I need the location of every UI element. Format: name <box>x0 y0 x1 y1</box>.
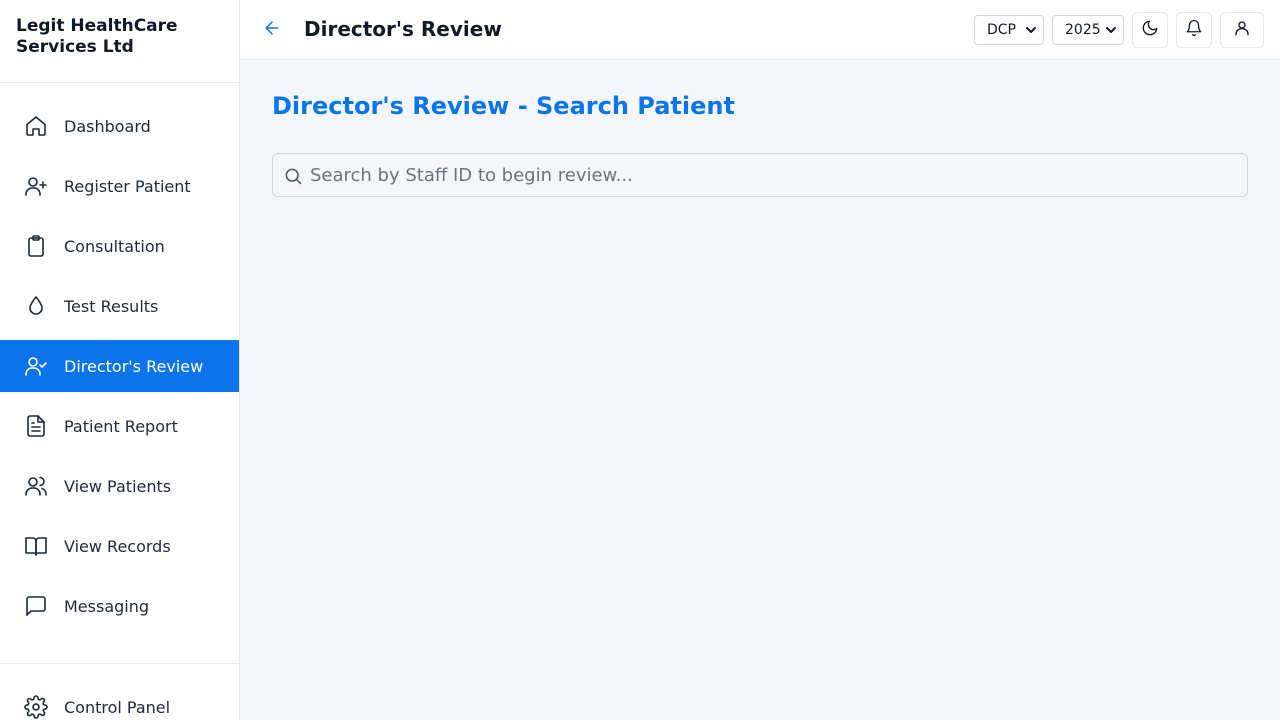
message-square-icon <box>24 594 48 618</box>
sidebar-item-directors-review[interactable]: Director's Review <box>0 340 239 392</box>
department-select-value: DCP <box>987 22 1016 38</box>
sidebar-item-label: Patient Report <box>64 416 178 436</box>
book-open-icon <box>24 534 48 558</box>
user-icon <box>1233 19 1251 41</box>
moon-icon <box>1141 19 1159 41</box>
sidebar: Legit HealthCare Services Ltd Dashboard … <box>0 0 240 720</box>
sidebar-item-consultation[interactable]: Consultation <box>0 220 239 272</box>
sidebar-footer: Control Panel <box>0 663 239 720</box>
sidebar-item-label: Director's Review <box>64 356 204 376</box>
back-button[interactable] <box>262 18 286 42</box>
sidebar-item-view-records[interactable]: View Records <box>0 520 239 572</box>
sidebar-item-label: Dashboard <box>64 116 151 136</box>
bell-icon <box>1185 19 1203 41</box>
sidebar-item-view-patients[interactable]: View Patients <box>0 460 239 512</box>
sidebar-item-label: Messaging <box>64 596 150 616</box>
department-select[interactable]: DCP <box>974 15 1044 45</box>
user-check-icon <box>24 354 48 378</box>
home-icon <box>24 114 48 138</box>
search-box <box>272 153 1248 197</box>
theme-toggle-button[interactable] <box>1132 12 1168 48</box>
sidebar-item-label: Control Panel <box>64 697 171 717</box>
section-heading: Director's Review - Search Patient <box>272 92 735 120</box>
year-select[interactable]: 2025 <box>1052 15 1124 45</box>
sidebar-item-test-results[interactable]: Test Results <box>0 280 239 332</box>
sidebar-item-dashboard[interactable]: Dashboard <box>0 100 239 152</box>
search-icon <box>283 166 303 186</box>
file-text-icon <box>24 414 48 438</box>
clipboard-icon <box>24 234 48 258</box>
sidebar-item-label: View Patients <box>64 476 172 496</box>
sidebar-item-label: View Records <box>64 536 171 556</box>
sidebar-item-label: Register Patient <box>64 176 191 196</box>
gear-icon <box>24 695 48 719</box>
sidebar-item-register-patient[interactable]: Register Patient <box>0 160 239 212</box>
top-header: Director's Review DCP 2025 <box>240 0 1280 60</box>
sidebar-item-patient-report[interactable]: Patient Report <box>0 400 239 452</box>
sidebar-item-messaging[interactable]: Messaging <box>0 580 239 632</box>
chevron-down-icon <box>1025 24 1037 36</box>
search-input[interactable] <box>310 154 1240 196</box>
arrow-left-icon <box>262 21 282 42</box>
year-select-value: 2025 <box>1065 22 1101 38</box>
droplet-icon <box>24 294 48 318</box>
user-menu-button[interactable] <box>1220 12 1264 48</box>
notifications-button[interactable] <box>1176 12 1212 48</box>
users-icon <box>24 474 48 498</box>
page-title: Director's Review <box>304 17 502 41</box>
chevron-down-icon <box>1105 24 1117 36</box>
sidebar-item-label: Consultation <box>64 236 165 256</box>
sidebar-nav: Dashboard Register Patient Consultation … <box>0 83 239 632</box>
sidebar-item-control-panel[interactable]: Control Panel <box>0 681 239 720</box>
sidebar-item-label: Test Results <box>64 296 159 316</box>
user-plus-icon <box>24 174 48 198</box>
app-name: Legit HealthCare Services Ltd <box>0 0 239 83</box>
